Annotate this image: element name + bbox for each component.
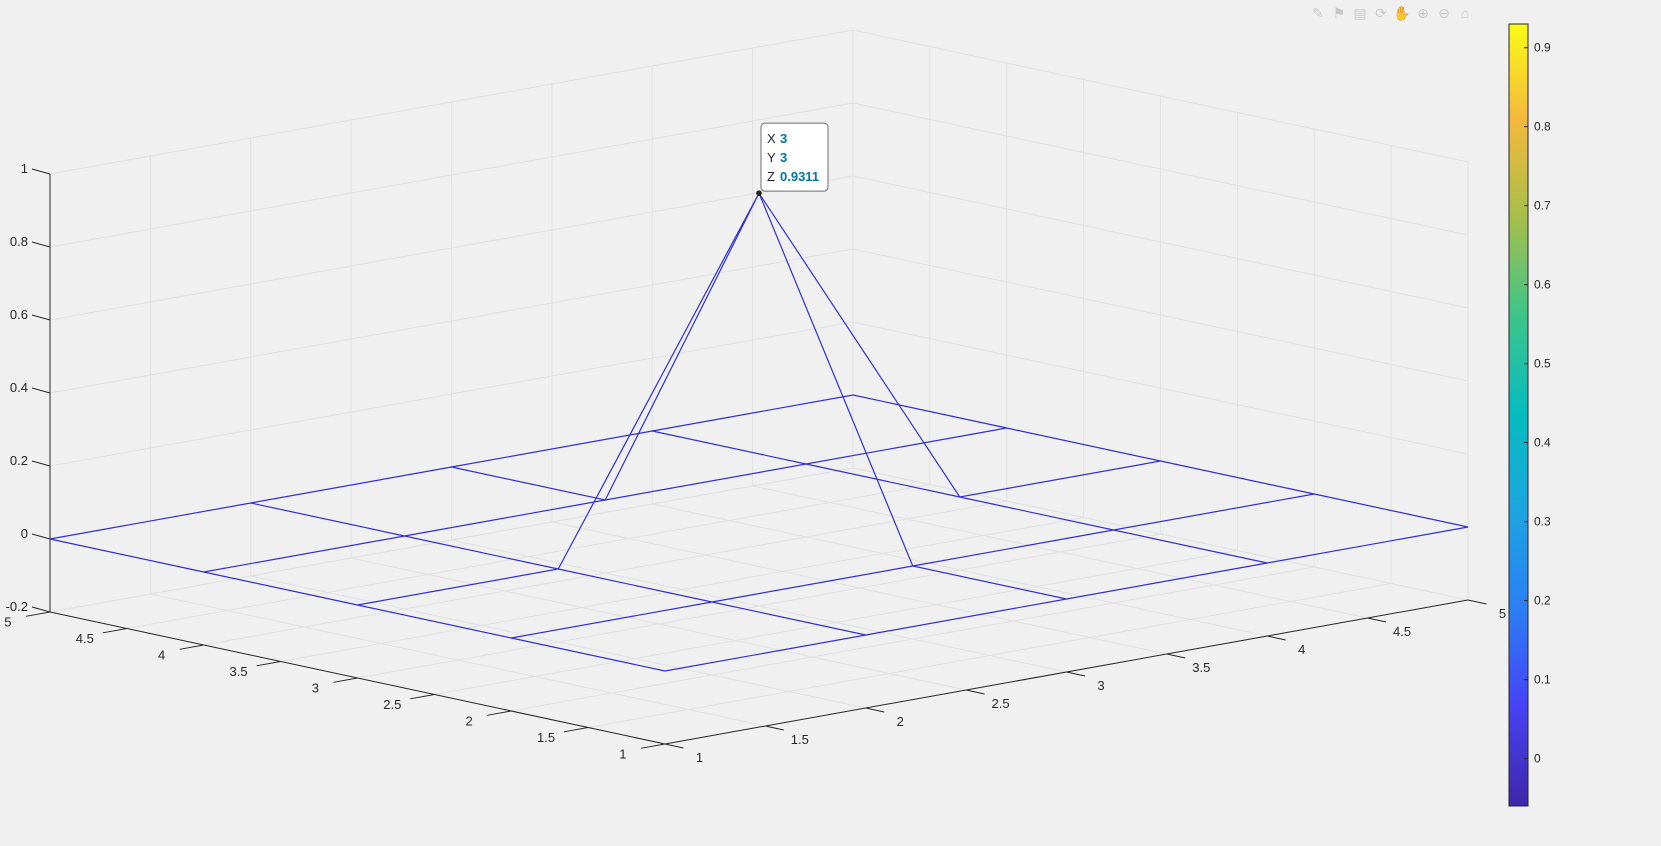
pan-icon[interactable]: ✋ (1393, 4, 1411, 22)
y-tick (640, 743, 666, 749)
colorbar-tick-label: 0 (1534, 752, 1541, 766)
zoom-in-icon[interactable]: ⊕ (1414, 4, 1432, 22)
y-tick-label: 4.5 (76, 631, 94, 646)
colorbar-tick-label: 0.5 (1534, 357, 1551, 371)
y-tick (102, 628, 127, 634)
y-tick (179, 644, 204, 650)
z-tick-label: 0.2 (10, 453, 28, 468)
datatip-x-label: X (767, 131, 776, 146)
x-tick (1066, 671, 1086, 677)
y-tick (487, 710, 512, 716)
datatip-z-label: Z (767, 169, 775, 184)
x-tick (1467, 599, 1487, 605)
brush-icon[interactable]: ✎ (1309, 4, 1327, 22)
z-tick (31, 241, 51, 248)
x-tick-label: 4.5 (1393, 624, 1411, 639)
z-tick-label: 1 (21, 161, 28, 176)
floor-grid-line (434, 550, 1238, 695)
colorbar-tick-label: 0.1 (1534, 673, 1551, 687)
z-tick-label: 0.8 (10, 234, 28, 249)
x-tick (1367, 617, 1387, 623)
z-tick (31, 168, 51, 175)
y-tick (25, 611, 51, 617)
z-tick-label: -0.2 (6, 599, 28, 614)
x-tick-label: 2 (897, 714, 904, 729)
colorbar-tick-label: 0.8 (1534, 120, 1551, 134)
mesh-col-line (49, 538, 666, 672)
colorbar-tick-label: 0.2 (1534, 594, 1551, 608)
mesh-col-line (652, 430, 1268, 564)
z-tick-label: 0.4 (10, 380, 28, 395)
z-tick (31, 387, 51, 394)
floor-grid-line (280, 517, 1084, 662)
x-tick (1267, 635, 1286, 641)
x-tick (1166, 653, 1186, 659)
datatip-marker[interactable] (756, 190, 762, 196)
z-tick (31, 606, 51, 613)
axes-toolbar: ✎ ⚑ ▤ ⟳ ✋ ⊕ ⊖ ⌂ (1309, 3, 1474, 23)
z-tick-label: 0.6 (10, 307, 28, 322)
export-icon[interactable]: ▤ (1351, 4, 1369, 22)
floor-grid-line (588, 583, 1392, 728)
datatip-x-value: 3 (780, 131, 787, 146)
rotate-3d-icon[interactable]: ⟳ (1372, 4, 1390, 22)
x-tick-label: 3.5 (1192, 660, 1210, 675)
z-tick (31, 314, 51, 321)
datatip-y-label: Y (767, 150, 776, 165)
x-tick (966, 689, 985, 695)
x-tick (765, 725, 784, 731)
mesh-plot[interactable]: 11.522.533.544.5511.522.533.544.55-0.200… (0, 0, 1661, 841)
y-tick-label: 4 (158, 647, 165, 662)
x-tick-label: 3 (1097, 678, 1104, 693)
figure-window: ✎ ⚑ ▤ ⟳ ✋ ⊕ ⊖ ⌂ 1 1.5 2 2.5 3 3.5 4 4.5 5 1 1.5 2 2.5 3 3.5 4 4… (0, 0, 1661, 841)
datatip-layer: X 3Y 3Z 0.9311 (756, 122, 829, 196)
floor-grid-line (357, 533, 1161, 679)
x-tick-label: 4 (1298, 642, 1305, 657)
mesh-col-line (250, 502, 866, 636)
home-icon[interactable]: ⌂ (1456, 4, 1474, 22)
x-tick-label: 5 (1499, 606, 1506, 621)
z-tick-label: 0 (21, 526, 28, 541)
y-tick-label: 2.5 (383, 697, 401, 712)
y-tick-label: 1.5 (537, 730, 555, 745)
datatip-z-value: 0.9311 (780, 169, 819, 184)
colorbar[interactable]: 0 0.1 0.2 0.3 0.4 0.5 0.6 0.7 0.8 0.9 (1508, 23, 1551, 807)
y-tick (256, 661, 281, 667)
y-tick (410, 694, 435, 700)
mesh-layer (49, 191, 1469, 672)
x-tick-label: 2.5 (992, 696, 1010, 711)
floor-grid-line (511, 566, 1315, 712)
colorbar-tick-label: 0.6 (1534, 278, 1551, 292)
y-tick (333, 677, 358, 683)
zoom-out-icon[interactable]: ⊖ (1435, 4, 1453, 22)
floor-grid-line (203, 500, 1007, 646)
x-tick-label: 1.5 (791, 732, 809, 747)
y-tick-label: 2 (466, 713, 473, 728)
y-tick-label: 3.5 (229, 664, 247, 679)
y-tick-label: 3 (312, 680, 319, 695)
datatip-y-value: 3 (780, 150, 787, 165)
colorbar-tick-label: 0.4 (1534, 436, 1551, 450)
data-tips-icon[interactable]: ⚑ (1330, 4, 1348, 22)
z-tick (31, 460, 51, 467)
colorbar-gradient (1508, 23, 1529, 807)
floor-grid-line (126, 484, 930, 629)
colorbar-tick-label: 0.9 (1534, 41, 1551, 55)
x-tick (664, 743, 684, 749)
x-tick (865, 707, 885, 713)
y-tick-label: 5 (4, 614, 11, 629)
z-tick (31, 533, 51, 540)
mesh-col-line (451, 191, 1067, 600)
x-tick-label: 1 (696, 750, 703, 765)
colorbar-tick-label: 0.7 (1534, 199, 1551, 213)
y-tick (563, 727, 589, 733)
colorbar-tick-label: 0.3 (1534, 515, 1551, 529)
y-tick-label: 1 (619, 746, 626, 761)
